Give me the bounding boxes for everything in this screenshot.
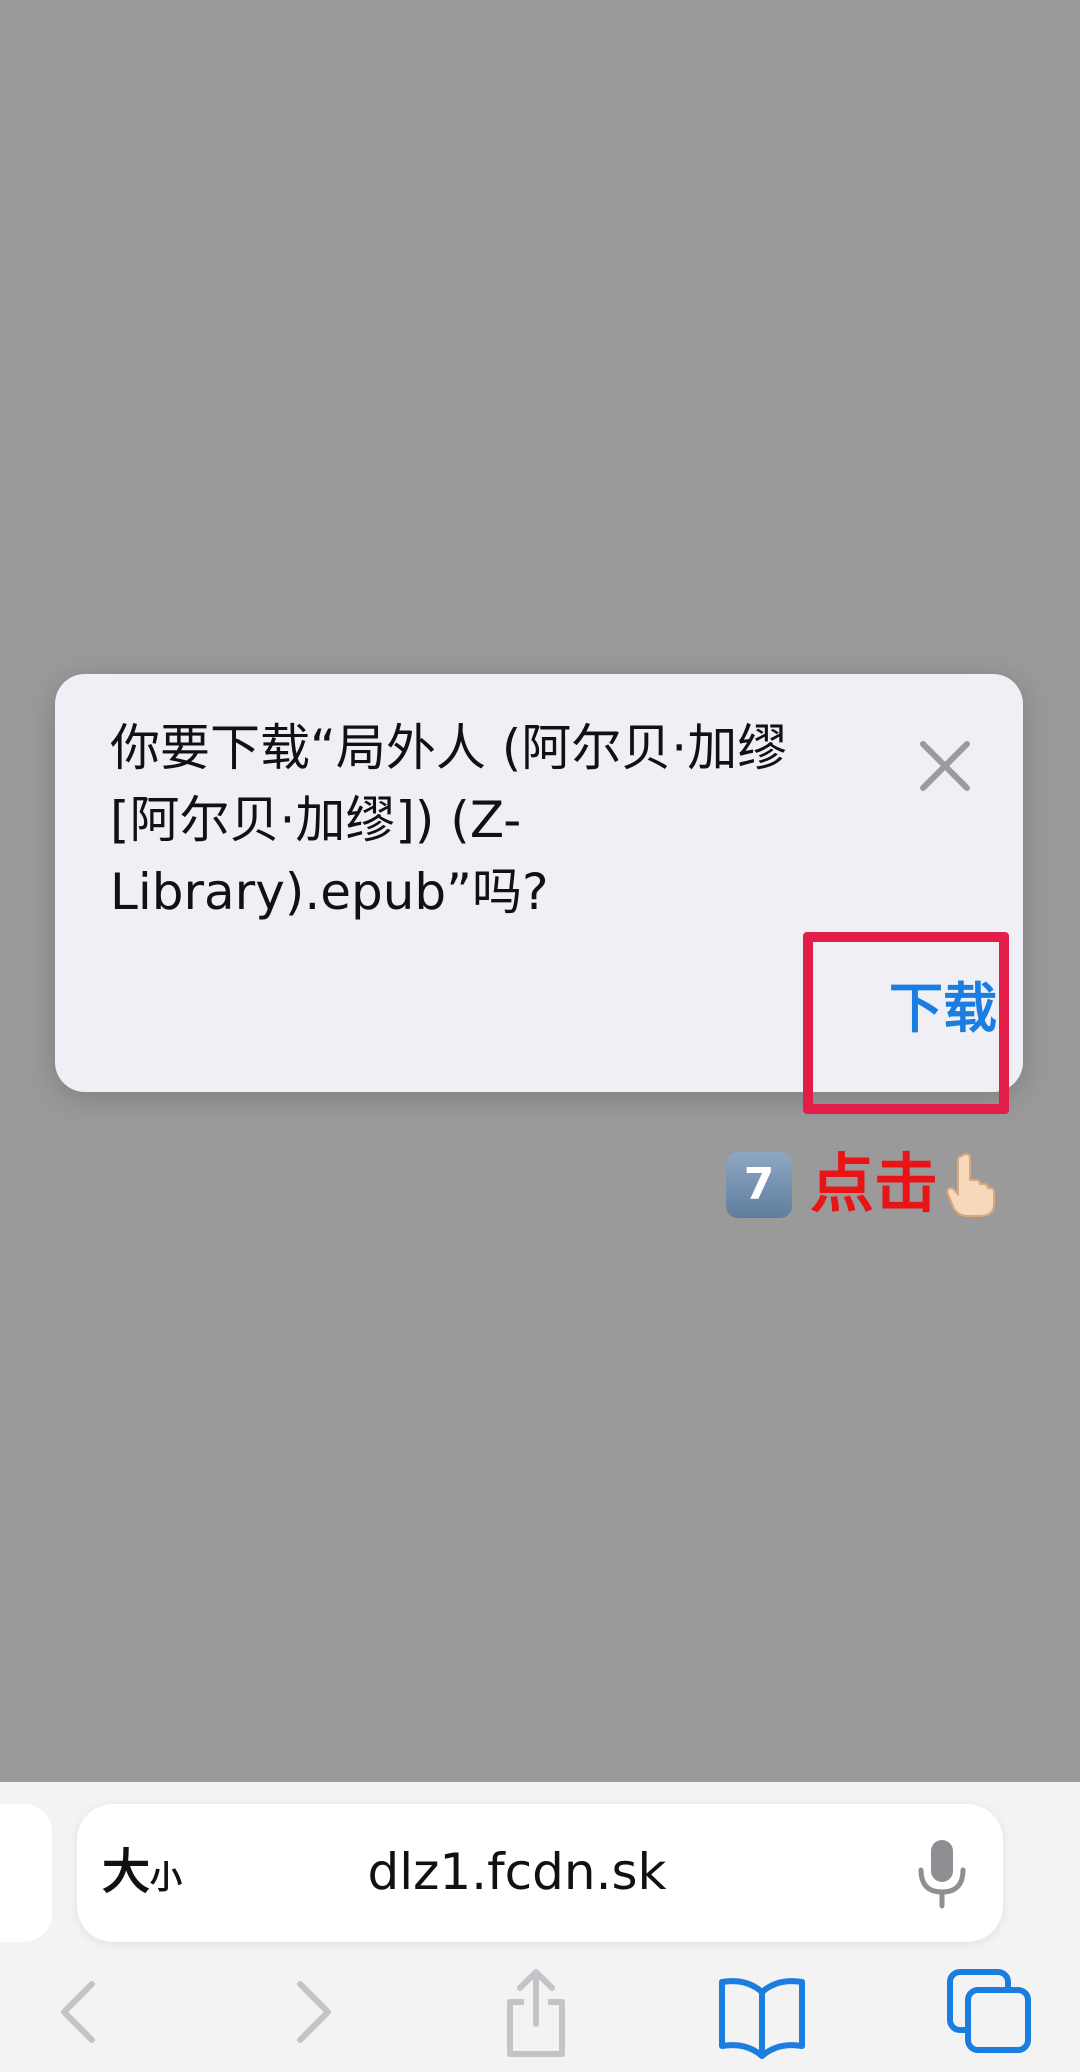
- forward-button[interactable]: [262, 1962, 362, 2062]
- microphone-icon: [918, 1840, 966, 1909]
- back-button[interactable]: [30, 1962, 130, 2062]
- annotation-text: 点击: [810, 1148, 938, 1222]
- tabs-icon: [947, 1969, 1031, 2053]
- step-number-badge: 7: [726, 1152, 792, 1218]
- address-bar[interactable]: 大 小 dlz1.fcdn.sk: [77, 1804, 1003, 1942]
- tabs-button[interactable]: [940, 1962, 1040, 2062]
- back-icon: [61, 1981, 95, 2043]
- previous-tab-preview[interactable]: [0, 1804, 52, 1942]
- close-button[interactable]: [905, 726, 985, 806]
- navigation-row: [0, 1962, 1080, 2062]
- pointing-hand-icon: [946, 1153, 995, 1217]
- text-size-button[interactable]: 大 小: [102, 1842, 182, 1902]
- browser-bottom-toolbar: 大 小 dlz1.fcdn.sk: [0, 1782, 1080, 2072]
- url-text[interactable]: dlz1.fcdn.sk: [277, 1842, 757, 1902]
- bookmarks-button[interactable]: [712, 1962, 812, 2062]
- bookmarks-icon: [719, 1978, 805, 2059]
- forward-icon: [297, 1981, 331, 2043]
- step-annotation: 7 点击: [726, 1148, 998, 1222]
- text-size-small-glyph: 小: [150, 1858, 183, 1896]
- share-button[interactable]: [486, 1962, 586, 2062]
- close-icon: [920, 741, 970, 791]
- highlight-box: [803, 932, 1009, 1114]
- dialog-message: 你要下载“局外人 (阿尔贝·加缪 [阿尔贝·加缪]) (Z-Library).e…: [110, 719, 788, 921]
- share-icon: [507, 1969, 565, 2057]
- microphone-button[interactable]: [907, 1834, 977, 1914]
- text-size-large-glyph: 大: [102, 1844, 151, 1900]
